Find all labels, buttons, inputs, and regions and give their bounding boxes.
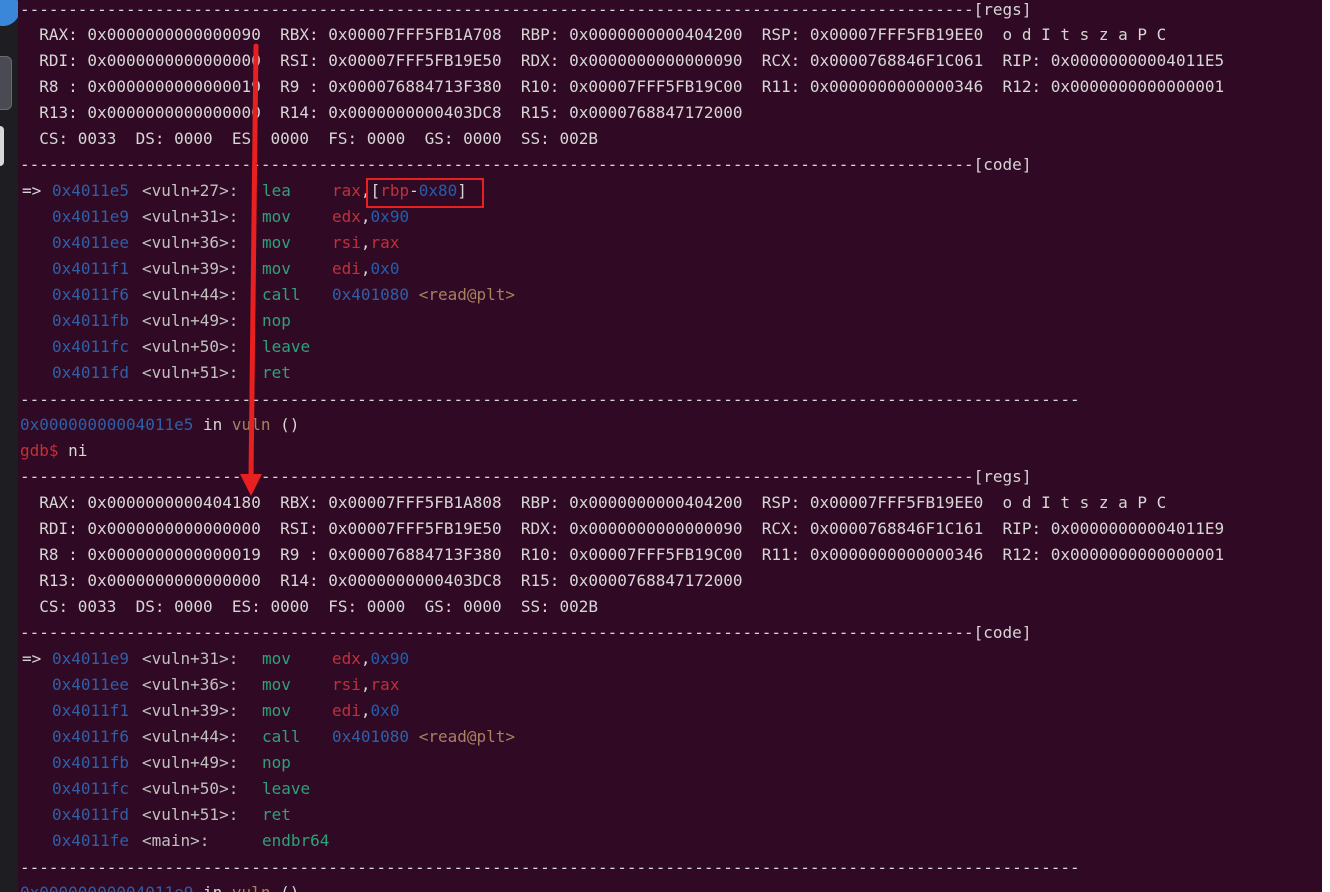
red-arrow-annotation bbox=[240, 43, 262, 496]
arrow-head bbox=[240, 474, 262, 496]
arrow-shaft bbox=[248, 43, 259, 481]
